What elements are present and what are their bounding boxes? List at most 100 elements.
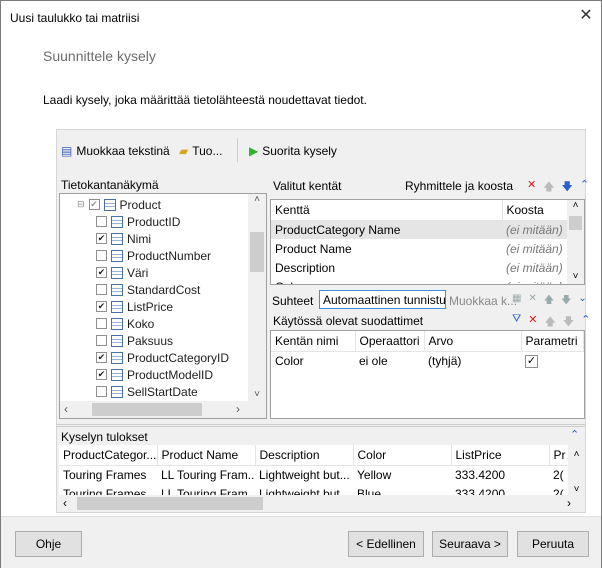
group-and-aggregate-toggle[interactable]: Ryhmittele ja koosta [405,179,513,193]
column-header-operator[interactable]: Operaattori [355,331,425,352]
field-checkbox[interactable] [96,386,107,397]
column-icon [111,351,123,364]
results-column-header[interactable]: ListPrice [451,445,550,466]
column-header-field-name[interactable]: Kentän nimi [271,331,356,352]
results-cell: Lightweight but... [259,467,350,482]
results-vscrollbar[interactable]: ˄ ˅ [568,445,585,497]
column-icon [111,249,123,262]
column-icon [111,232,123,245]
results-cell: LL Touring Fram... [161,467,255,482]
toolbar-divider [237,138,238,162]
next-button[interactable]: Seuraava > [432,531,508,557]
tree-node-field[interactable]: Paksuus [96,332,173,349]
help-button[interactable]: Ohje [15,531,82,557]
results-column-header[interactable]: ProductCategor... [59,445,158,466]
auto-detect-button[interactable]: Automaattinen tunnistus [319,290,446,309]
tree-node-field[interactable]: ✔ ProductCategoryID [96,349,229,366]
selected-field-row[interactable]: ProductCategory Name (ei mitään) [271,220,568,239]
relations-label: Suhteet [272,294,314,308]
tree-node-field[interactable]: ✔ Nimi [96,230,151,247]
parameter-checkbox[interactable]: ✓ [525,355,539,369]
selected-field-row[interactable]: Color(ei mitään) [271,277,568,285]
results-hscrollbar[interactable]: ‹ › [59,495,585,512]
play-icon: ▶ [249,144,259,158]
edit-text-icon: ▤ [61,144,73,158]
collapse-icon[interactable]: ⌃ [580,178,589,197]
filters-grid: Kentän nimi Operaattori Arvo Parametri Colo… [270,330,585,419]
results-column-header[interactable]: Product Name [157,445,256,466]
results-cell: 333.4200 [455,467,506,482]
splitter[interactable] [57,424,585,427]
delete-icon[interactable]: ✕ [528,293,536,310]
delete-icon[interactable]: ✕ [527,178,536,197]
column-header-parameter[interactable]: Parametri [521,331,584,352]
tree-vscrollbar[interactable]: ˄ ˅ [248,194,266,402]
edit-relations-button[interactable]: Muokkaa k... [449,294,517,308]
footer [1,516,601,568]
field-checkbox[interactable]: ✔ [96,267,107,278]
tree-node-field[interactable]: Koko [96,315,154,332]
selected-field-row[interactable]: Product Name (ei mitään) [271,239,568,258]
results-column-header[interactable]: Color [353,445,452,466]
database-view-title: Tietokantanäkymä [61,178,159,192]
field-checkbox[interactable] [96,318,107,329]
move-up-icon[interactable]: 🡅 [543,178,554,197]
tree-node-field[interactable]: ProductNumber [96,247,211,264]
run-query-button[interactable]: ▶ Suorita kysely [249,144,337,158]
move-down-icon[interactable]: 🡇 [562,178,573,197]
field-checkbox[interactable] [96,284,107,295]
fields-vscrollbar[interactable]: ˄ ˅ [567,200,584,284]
expand-icon[interactable]: ⌄ [578,293,586,310]
field-checkbox[interactable]: ✔ [96,352,107,363]
relation-icon[interactable]: ▦ [512,293,521,310]
tree-node-field[interactable]: ProductID [96,213,180,230]
column-header-aggregate[interactable]: Koosta [502,200,568,221]
tree-hscrollbar[interactable]: ‹ › [60,401,266,418]
column-header-value[interactable]: Arvo [424,331,522,352]
results-cell: Touring Frames [63,467,147,482]
move-up-icon[interactable]: 🡅 [544,293,554,310]
column-icon [111,334,123,347]
column-icon [111,266,123,279]
results-cell: Yellow [357,467,392,482]
import-button[interactable]: ▰ Tuo... [179,144,222,158]
back-button[interactable]: < Edellinen [348,531,424,557]
collapse-icon[interactable]: ⌃ [570,428,579,441]
edit-as-text-button[interactable]: ▤ Muokkaa tekstinä [61,144,170,158]
close-icon[interactable]: ✕ [577,5,595,25]
folder-icon: ▰ [179,144,189,158]
window-title: Uusi taulukko tai matriisi [10,11,140,25]
field-checkbox[interactable]: ✔ [96,301,107,312]
field-checkbox[interactable] [96,250,107,261]
cancel-button[interactable]: Peruuta [517,531,589,557]
column-icon [111,300,123,313]
column-header-field[interactable]: Kenttä [271,200,503,221]
query-designer: ▤ Muokkaa tekstinä ▰ Tuo... ▶ Suorita kysel… [56,129,590,513]
page-heading: Suunnittele kysely [43,48,156,64]
tree-node-field[interactable]: ✔ ListPrice [96,298,173,315]
column-icon [111,215,123,228]
move-down-icon[interactable]: 🡇 [561,293,571,310]
tree-node-field[interactable]: StandardCost [96,281,200,298]
database-tree: ⊟ ✔ Product ProductID ✔ Nimi ProductNumber ✔ Vä… [59,193,267,419]
tree-node-field[interactable]: SellStartDate [96,383,198,400]
selected-fields-grid: Kenttä Koosta ProductCategory Name (ei mitä… [270,199,585,285]
tree-node-product[interactable]: ⊟ ✔ Product [77,196,161,213]
results-grid: ProductCategor... Product Name Description… [59,445,585,512]
table-checkbox[interactable]: ✔ [88,199,100,210]
field-checkbox[interactable]: ✔ [96,369,107,380]
tree-node-field[interactable]: ✔ Väri [96,264,148,281]
field-checkbox[interactable] [96,335,107,346]
selected-field-row[interactable]: Description (ei mitään) [271,258,568,277]
column-icon [111,317,123,330]
tree-node-field[interactable]: ✔ ProductModelID [96,366,213,383]
filters-title: Käytössä olevat suodattimet [273,314,424,328]
dialog-window: Uusi taulukko tai matriisi ✕ Suunnittele… [0,0,602,568]
results-title: Kyselyn tulokset [61,430,148,444]
filter-row[interactable]: Color ei ole (tyhjä) ✓ [271,351,584,370]
field-checkbox[interactable]: ✔ [96,233,107,244]
column-icon [111,283,123,296]
field-checkbox[interactable] [96,216,107,227]
results-column-header[interactable]: Description [255,445,354,466]
results-row: Touring Frames LL Touring Fram... Lightwei… [59,465,585,484]
